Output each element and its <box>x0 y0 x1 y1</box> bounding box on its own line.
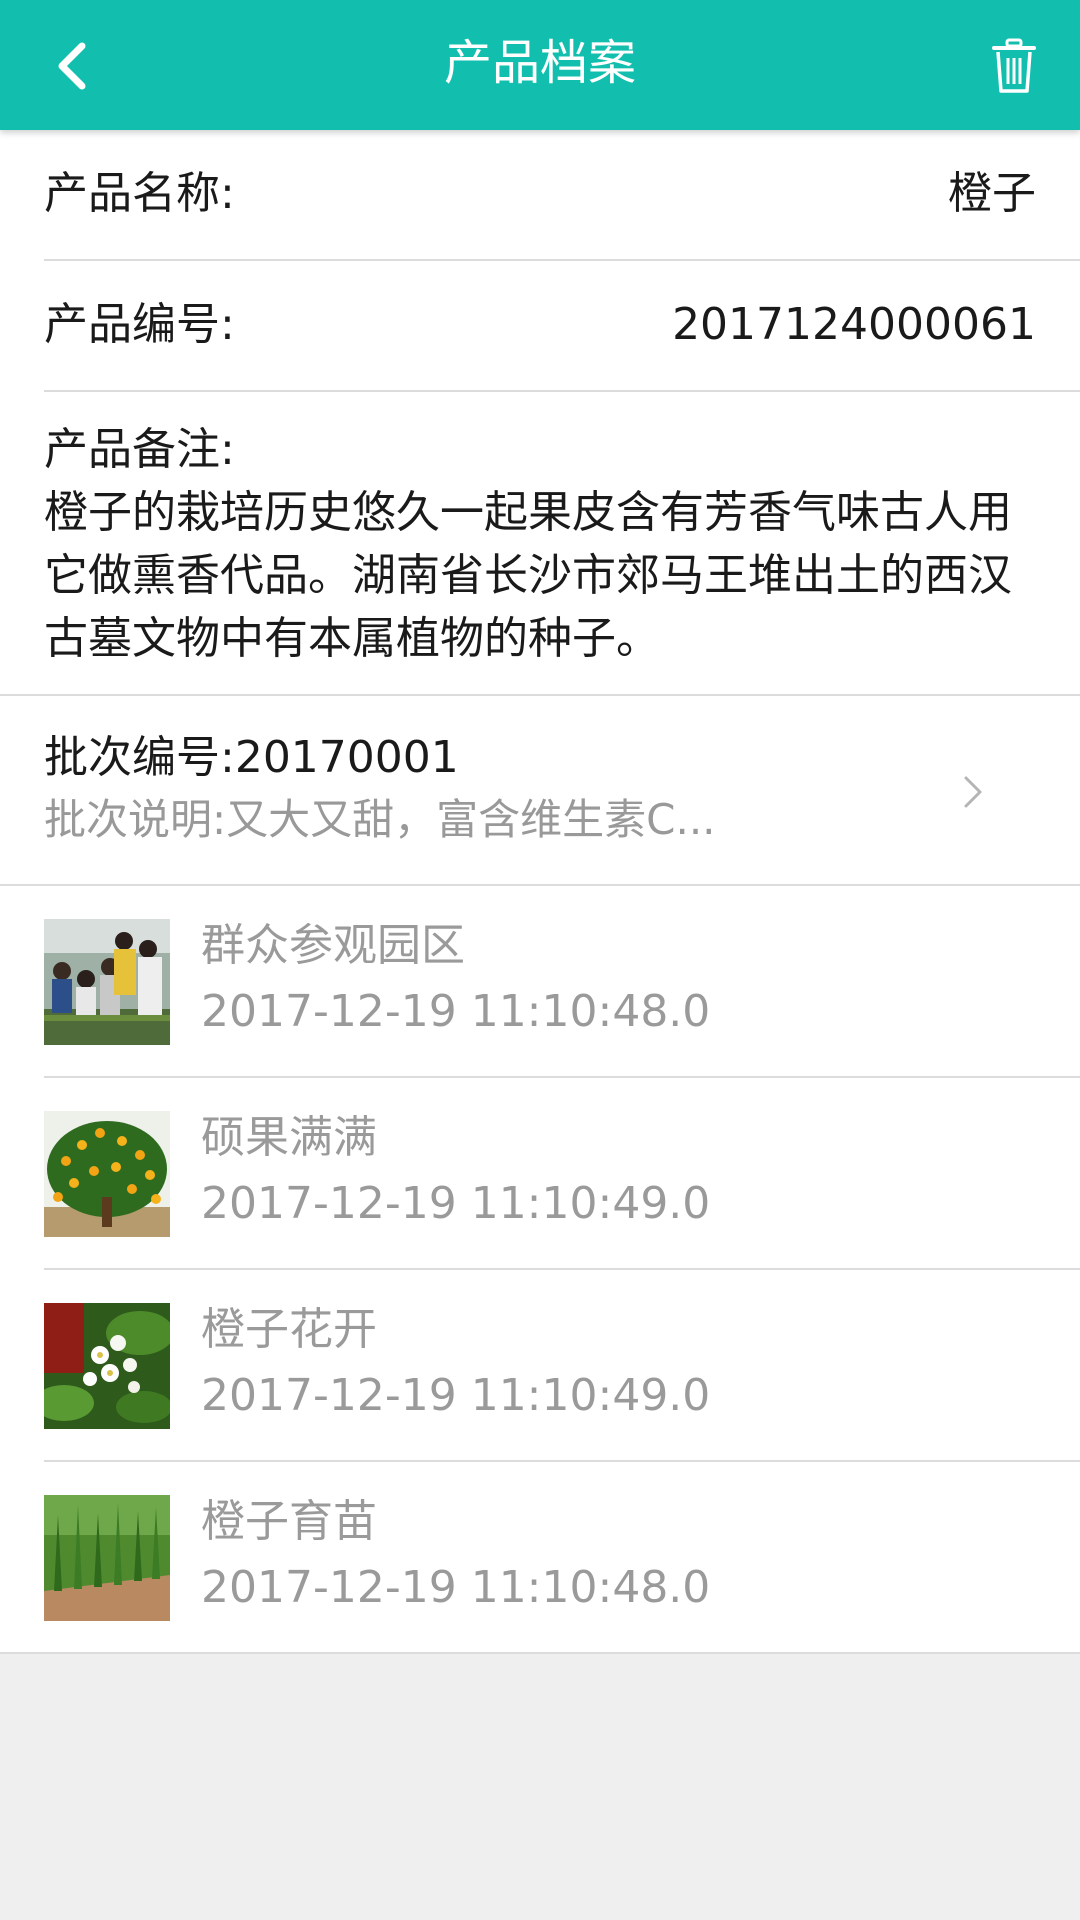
product-code-value: 2017124000061 <box>672 299 1036 350</box>
page-title: 产品档案 <box>443 35 636 91</box>
product-name-row: 产品名称: 橙子 <box>44 130 1080 261</box>
product-remark-label: 产品备注: <box>44 424 235 475</box>
record-title: 群众参观园区 <box>201 920 465 971</box>
record-item[interactable]: 硕果满满 2017-12-19 11:10:49.0 <box>44 1078 1080 1270</box>
record-item[interactable]: 橙子花开 2017-12-19 11:10:49.0 <box>44 1270 1080 1462</box>
record-time: 2017-12-19 11:10:49.0 <box>201 1178 711 1229</box>
record-title: 橙子花开 <box>201 1304 377 1355</box>
record-thumbnail-fruit-tree <box>44 1111 170 1237</box>
record-item[interactable]: 群众参观园区 2017-12-19 11:10:48.0 <box>44 886 1080 1078</box>
record-title: 橙子育苗 <box>201 1496 377 1547</box>
record-time: 2017-12-19 11:10:48.0 <box>201 1562 711 1613</box>
product-name-label: 产品名称: <box>44 168 235 219</box>
record-time: 2017-12-19 11:10:48.0 <box>201 986 711 1037</box>
record-title: 硕果满满 <box>201 1112 377 1163</box>
product-detail: 产品名称: 橙子 产品编号: 2017124000061 产品备注: 橙子的栽培… <box>0 130 1080 1654</box>
app-bar: 产品档案 <box>0 0 1080 130</box>
product-name-value: 橙子 <box>948 168 1036 219</box>
product-remark-text: 橙子的栽培历史悠久一起果皮含有芳香气味古人用它做熏香代品。湖南省长沙市郊马王堆出… <box>44 487 1012 664</box>
record-thumbnail-blossom <box>44 1303 170 1429</box>
batch-item[interactable]: 批次编号:20170001 批次说明:又大又甜，富含维生素C... <box>0 696 1080 886</box>
delete-button[interactable] <box>982 32 1046 100</box>
trash-icon <box>992 38 1036 93</box>
record-item[interactable]: 橙子育苗 2017-12-19 11:10:48.0 <box>0 1462 1080 1654</box>
record-thumbnail-visitors <box>44 919 170 1045</box>
batch-description: 批次说明:又大又甜，富含维生素C... <box>44 795 716 844</box>
product-code-row: 产品编号: 2017124000061 <box>44 261 1080 392</box>
batch-number: 批次编号:20170001 <box>44 732 459 783</box>
product-code-label: 产品编号: <box>44 299 235 350</box>
chevron-right-icon <box>964 776 982 808</box>
record-thumbnail-seedlings <box>44 1495 170 1621</box>
record-time: 2017-12-19 11:10:49.0 <box>201 1370 711 1421</box>
product-remark: 产品备注: 橙子的栽培历史悠久一起果皮含有芳香气味古人用它做熏香代品。湖南省长沙… <box>0 392 1080 696</box>
